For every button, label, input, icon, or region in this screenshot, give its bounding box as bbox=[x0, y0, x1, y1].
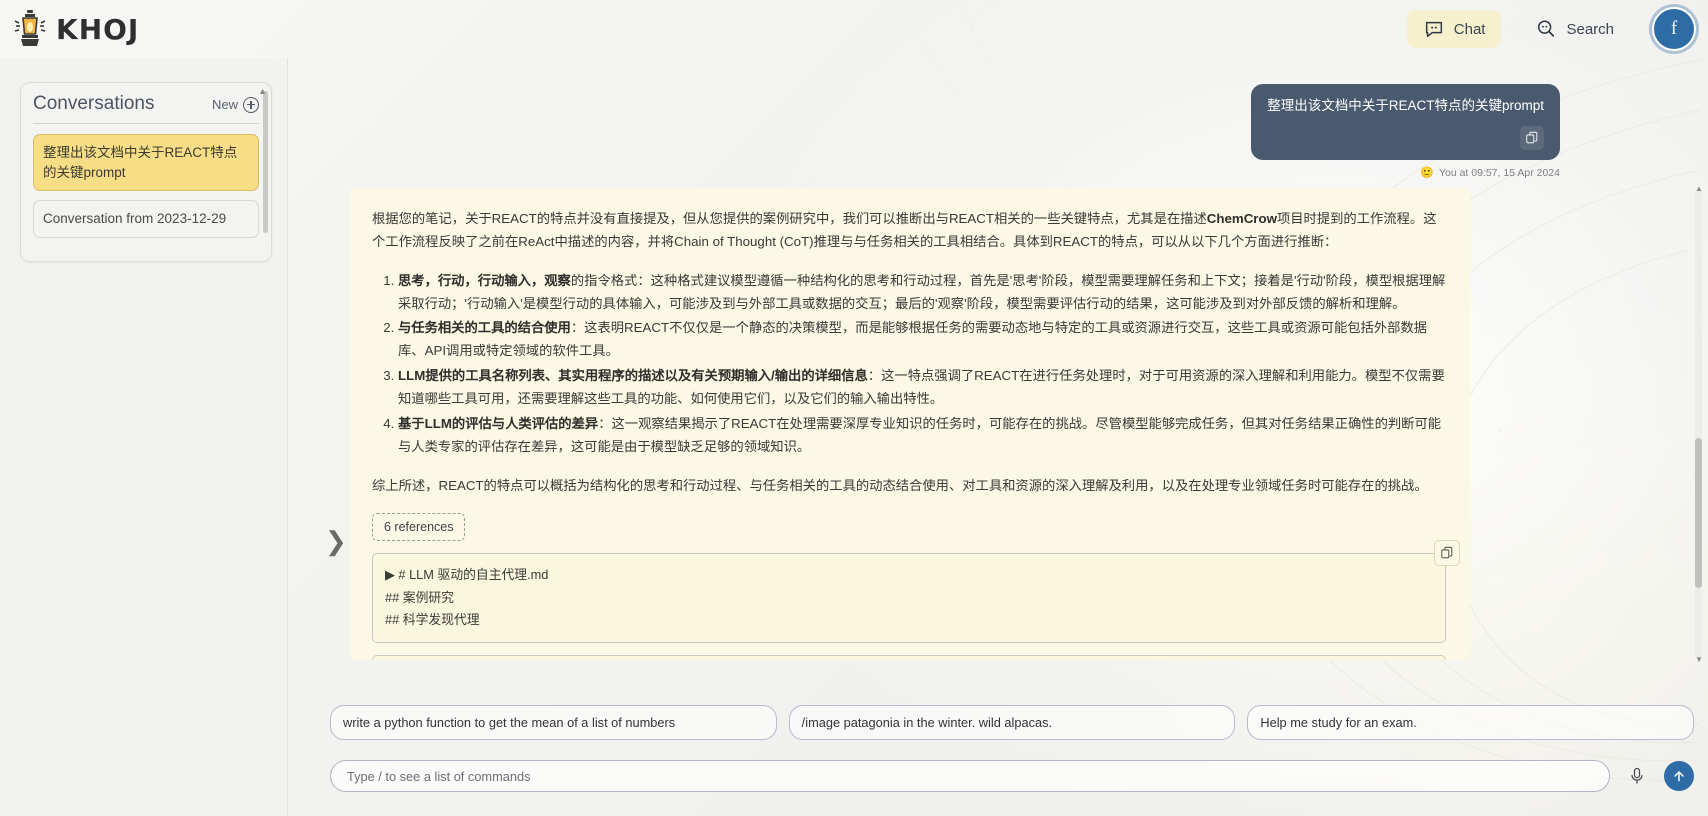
avatar-initial: f bbox=[1670, 18, 1678, 39]
sidebar-title: Conversations bbox=[33, 93, 155, 114]
lamp-icon bbox=[14, 10, 46, 46]
suggestion-chip-2[interactable]: Help me study for an exam. bbox=[1247, 705, 1695, 740]
new-conversation-label: New bbox=[211, 97, 238, 112]
assistant-point-2: LLM提供的工具名称列表、其实用程序的描述以及有关预期输入/输出的详细信息：这一… bbox=[398, 365, 1446, 411]
references-toggle-button[interactable]: 6 references bbox=[372, 513, 466, 542]
sidebar-scroll-thumb[interactable] bbox=[263, 91, 268, 233]
suggestion-chip-1[interactable]: /image patagonia in the winter. wild alp… bbox=[788, 705, 1236, 740]
reference-card-0-line-2: ## 科学发现代理 bbox=[385, 612, 480, 628]
reference-card-1[interactable]: ▶ # 提取知识图谱.md ## # 万字长文｜知识图谱之本体结构与语义解耦——… bbox=[372, 654, 1446, 660]
new-conversation-button[interactable]: New bbox=[211, 96, 259, 113]
chat-bubble-icon bbox=[1425, 21, 1442, 38]
sidebar-scrollbar[interactable]: ▲ bbox=[258, 86, 268, 233]
timestamp-text: You at 09:57, 15 Apr 2024 bbox=[1438, 166, 1560, 179]
plus-circle-icon bbox=[243, 96, 259, 113]
avatar[interactable]: f bbox=[1654, 9, 1694, 49]
search-icon bbox=[1538, 20, 1555, 37]
suggestion-chip-0[interactable]: write a python function to get the mean … bbox=[330, 705, 777, 740]
conversation-item-0-label: 整理出该文档中关于REACT特点的关键prompt bbox=[43, 145, 238, 180]
user-message-text: 整理出该文档中关于REACT特点的关键prompt bbox=[1267, 98, 1544, 113]
assistant-points-list: 思考，行动，行动输入，观察的指令格式：这种格式建议模型遵循一种结构化的思考和行动… bbox=[398, 270, 1446, 459]
chevron-right-icon[interactable]: ❯ bbox=[325, 528, 347, 554]
reference-card-0-line-0: ▶ # LLM 驱动的自主代理.md bbox=[385, 567, 549, 583]
assistant-point-0-bold: 思考，行动，行动输入，观察 bbox=[398, 272, 571, 288]
user-message-timestamp: 🙂 You at 09:57, 15 Apr 2024 bbox=[1420, 166, 1560, 180]
brand[interactable]: KHOJ bbox=[12, 9, 139, 49]
tab-chat-label: Chat bbox=[1453, 20, 1486, 38]
reference-card-0[interactable]: ▶ # LLM 驱动的自主代理.md ## 案例研究 ## 科学发现代理 bbox=[372, 553, 1446, 643]
composer bbox=[330, 760, 1694, 792]
chat-scroll-thumb[interactable] bbox=[1695, 438, 1702, 588]
sidebar-header: Conversations New bbox=[33, 93, 259, 124]
copy-icon bbox=[1441, 546, 1453, 559]
brand-name: KHOJ bbox=[56, 12, 140, 46]
copy-icon bbox=[1526, 132, 1538, 144]
top-navigation: Chat Search f bbox=[1406, 9, 1708, 49]
tab-search-label: Search bbox=[1566, 20, 1614, 38]
assistant-point-3-bold: 基于LLM的评估与人类评估的差异 bbox=[398, 415, 599, 431]
send-button[interactable] bbox=[1664, 761, 1694, 791]
assistant-message-row: ❯ 根据您的笔记，关于REACT的特点并没有直接提及，但从您提供的案例研究中，我… bbox=[325, 188, 1470, 660]
user-message-bubble: 整理出该文档中关于REACT特点的关键prompt bbox=[1251, 84, 1560, 161]
chat-scrollbar[interactable]: ▲ ▼ bbox=[1695, 184, 1703, 664]
assistant-intro-paragraph: 根据您的笔记，关于REACT的特点并没有直接提及，但从您提供的案例研究中，我们可… bbox=[372, 208, 1446, 254]
chat-scroll-up-icon[interactable]: ▲ bbox=[1695, 184, 1703, 193]
chat-scroll-down-icon[interactable]: ▼ bbox=[1695, 655, 1703, 664]
assistant-conclusion-paragraph: 综上所述，REACT的特点可以概括为结构化的思考和行动过程、与任务相关的工具的动… bbox=[372, 477, 1428, 493]
arrow-up-icon bbox=[1674, 771, 1684, 782]
user-message-row: 整理出该文档中关于REACT特点的关键prompt 🙂 You at 09:57… bbox=[288, 58, 1708, 179]
reference-card-0-line-1: ## 案例研究 bbox=[385, 589, 454, 605]
chat-input[interactable] bbox=[330, 760, 1610, 792]
assistant-intro-bold: ChemCrow bbox=[1206, 211, 1277, 226]
top-bar: KHOJ Chat Search f bbox=[0, 0, 1708, 58]
tab-chat[interactable]: Chat bbox=[1406, 10, 1502, 48]
conversations-sidebar: Conversations New 整理出该文档中关于REACT特点的关键pro… bbox=[20, 82, 272, 262]
references-row: 6 references bbox=[372, 513, 1446, 542]
copy-user-message-button[interactable] bbox=[1520, 126, 1544, 151]
scroll-up-caret-icon: ▲ bbox=[258, 86, 267, 96]
assistant-point-1: 与任务相关的工具的结合使用：这表明REACT不仅仅是一个静态的决策模型，而是能够… bbox=[398, 317, 1446, 363]
conversation-item-1[interactable]: Conversation from 2023-12-29 bbox=[33, 200, 259, 238]
timestamp-emoji: 🙂 bbox=[1420, 167, 1434, 180]
assistant-point-1-bold: 与任务相关的工具的结合使用 bbox=[398, 320, 571, 336]
assistant-point-0: 思考，行动，行动输入，观察的指令格式：这种格式建议模型遵循一种结构化的思考和行动… bbox=[398, 270, 1446, 316]
suggestion-chips: write a python function to get the mean … bbox=[330, 705, 1695, 740]
copy-assistant-message-button[interactable] bbox=[1434, 540, 1460, 566]
conversation-item-0[interactable]: 整理出该文档中关于REACT特点的关键prompt bbox=[33, 134, 259, 192]
assistant-message-card: 根据您的笔记，关于REACT的特点并没有直接提及，但从您提供的案例研究中，我们可… bbox=[350, 188, 1470, 660]
assistant-intro-part1: 根据您的笔记，关于REACT的特点并没有直接提及，但从您提供的案例研究中，我们可… bbox=[372, 211, 1207, 226]
chat-area: 整理出该文档中关于REACT特点的关键prompt 🙂 You at 09:57… bbox=[288, 58, 1708, 816]
microphone-icon bbox=[1631, 767, 1643, 784]
tab-search[interactable]: Search bbox=[1519, 10, 1630, 48]
assistant-point-3: 基于LLM的评估与人类评估的差异：这一观察结果揭示了REACT在处理需要深厚专业… bbox=[398, 413, 1446, 459]
conversation-item-1-label: Conversation from 2023-12-29 bbox=[43, 211, 227, 227]
assistant-point-2-bold: LLM提供的工具名称列表、其实用程序的描述以及有关预期输入/输出的详细信息 bbox=[398, 368, 868, 384]
microphone-button[interactable] bbox=[1624, 763, 1650, 789]
